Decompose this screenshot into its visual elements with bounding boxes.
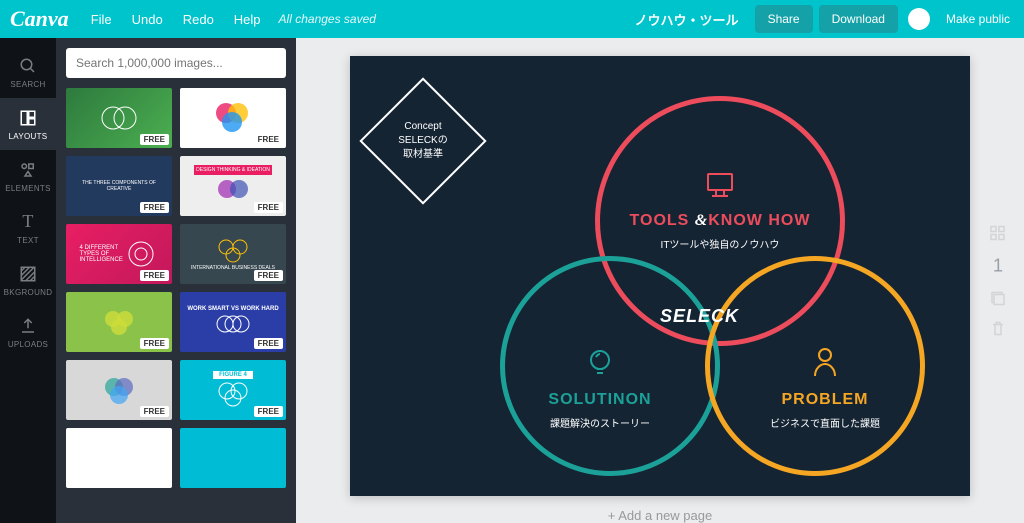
grid-view-icon[interactable] [990, 225, 1006, 241]
template-thumb[interactable]: FREE [66, 360, 172, 420]
delete-page-icon[interactable] [991, 320, 1005, 336]
search-icon [18, 56, 38, 76]
bulb-icon [500, 346, 700, 385]
make-public-button[interactable]: Make public [942, 5, 1014, 33]
page-number: 1 [993, 255, 1003, 276]
background-icon [18, 264, 38, 284]
sidebar-text[interactable]: T TEXT [0, 202, 56, 254]
menu-redo[interactable]: Redo [173, 12, 224, 27]
page-controls: 1 [990, 225, 1006, 336]
menu-undo[interactable]: Undo [122, 12, 173, 27]
canvas-area: Concept SELECKの 取材基準 TOOLS &KNOW HOW ITツ… [296, 38, 1024, 523]
user-avatar[interactable] [908, 8, 930, 30]
sidebar-background[interactable]: BKGROUND [0, 254, 56, 306]
person-icon [725, 346, 925, 385]
top-bar: Canva File Undo Redo Help All changes sa… [0, 0, 1024, 38]
download-button[interactable]: Download [819, 5, 898, 33]
template-thumb[interactable]: FREE [180, 88, 286, 148]
layouts-icon [18, 108, 38, 128]
layouts-panel: FREE FREE THE THREE COMPONENTS OF CREATI… [56, 38, 296, 523]
save-status: All changes saved [279, 12, 376, 26]
tool-sidebar: SEARCH LAYOUTS ELEMENTS T TEXT BKGROUND … [0, 38, 56, 523]
diamond-text[interactable]: Concept SELECKの 取材基準 [378, 96, 468, 186]
template-thumb[interactable]: THE THREE COMPONENTS OF CREATIVEFREE [66, 156, 172, 216]
elements-icon [18, 160, 38, 180]
template-thumb[interactable]: FREE [66, 292, 172, 352]
text-icon: T [18, 212, 38, 232]
sidebar-layouts[interactable]: LAYOUTS [0, 98, 56, 150]
share-button[interactable]: Share [755, 5, 813, 33]
template-thumb[interactable] [66, 428, 172, 488]
template-thumb[interactable]: INTERNATIONAL BUSINESS DEALSFREE [180, 224, 286, 284]
label-solution[interactable]: SOLUTINON 課題解決のストーリー [500, 346, 700, 430]
label-problem[interactable]: PROBLEM ビジネスで直面した課題 [725, 346, 925, 430]
label-tools[interactable]: TOOLS &KNOW HOW ITツールや独自のノウハウ [595, 171, 845, 251]
document-name[interactable]: ノウハウ・ツール [635, 10, 739, 29]
template-thumb[interactable]: FIGURE 4FREE [180, 360, 286, 420]
center-label[interactable]: SELECK [660, 306, 739, 327]
sidebar-elements[interactable]: ELEMENTS [0, 150, 56, 202]
template-thumb[interactable]: DESIGN THINKING & IDEATIONFREE [180, 156, 286, 216]
menu-file[interactable]: File [81, 12, 122, 27]
template-thumb[interactable]: 4 DIFFERENT TYPES OF INTELLIGENCEFREE [66, 224, 172, 284]
search-input[interactable] [66, 48, 286, 78]
monitor-icon [595, 171, 845, 206]
sidebar-search[interactable]: SEARCH [0, 46, 56, 98]
copy-page-icon[interactable] [990, 290, 1006, 306]
uploads-icon [18, 316, 38, 336]
template-thumb[interactable] [180, 428, 286, 488]
template-thumb[interactable]: FREE [66, 88, 172, 148]
sidebar-uploads[interactable]: UPLOADS [0, 306, 56, 358]
slide-canvas[interactable]: Concept SELECKの 取材基準 TOOLS &KNOW HOW ITツ… [350, 56, 970, 496]
menu-help[interactable]: Help [224, 12, 271, 27]
template-thumb[interactable]: WORK SMART VS WORK HARDFREE [180, 292, 286, 352]
canva-logo[interactable]: Canva [10, 6, 69, 32]
add-page-button[interactable]: + Add a new page [608, 508, 712, 523]
